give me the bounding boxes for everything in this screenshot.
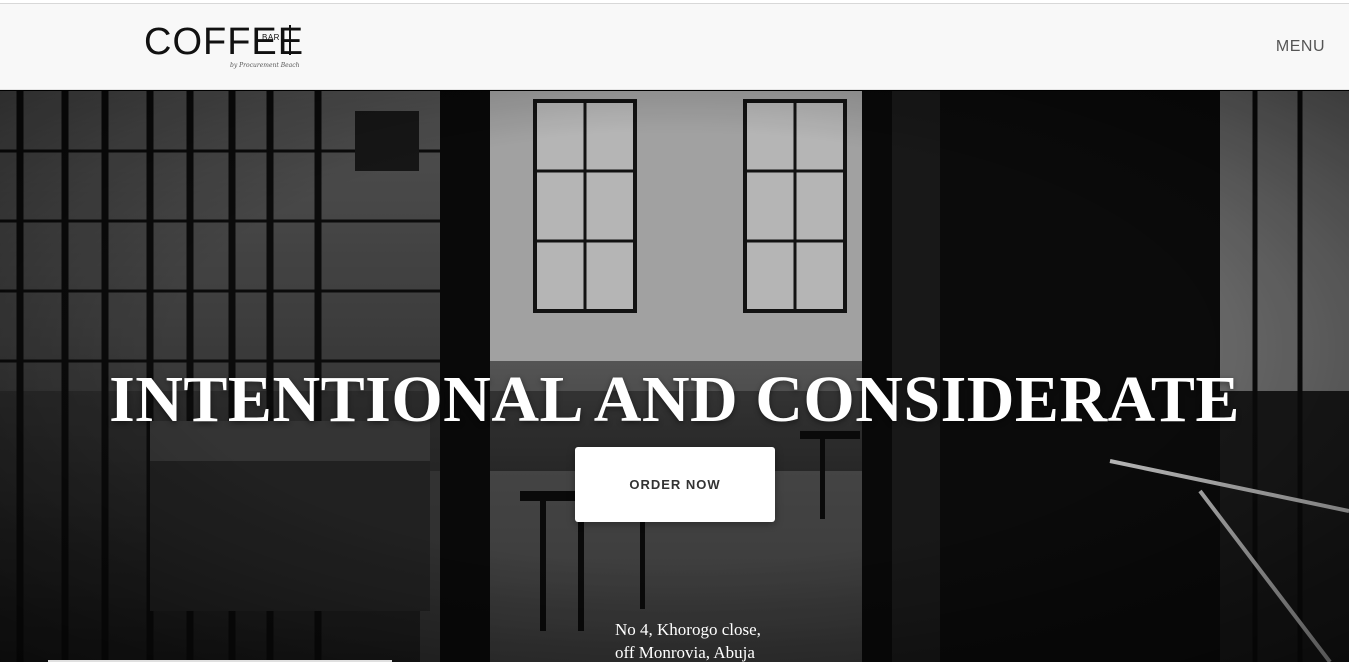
address-line-1: No 4, Khorogo close, [615, 620, 761, 639]
logo-signature: by Procurement Beach [230, 62, 300, 69]
logo-bar-text: BAR [262, 33, 280, 42]
hero-section: INTENTIONAL AND CONSIDERATE ORDER NOW No… [0, 91, 1349, 662]
site-header: COFFEE BAR by Procurement Beach MENU [0, 4, 1349, 90]
menu-link[interactable]: MENU [1276, 38, 1325, 56]
order-now-button[interactable]: ORDER NOW [575, 447, 775, 522]
coffee-bar-logo[interactable]: COFFEE BAR by Procurement Beach [144, 22, 304, 74]
address-line-2: off Monrovia, Abuja [615, 643, 755, 662]
address-block: No 4, Khorogo close, off Monrovia, Abuja [615, 618, 761, 662]
hero-title: INTENTIONAL AND CONSIDERATE [109, 363, 1240, 436]
